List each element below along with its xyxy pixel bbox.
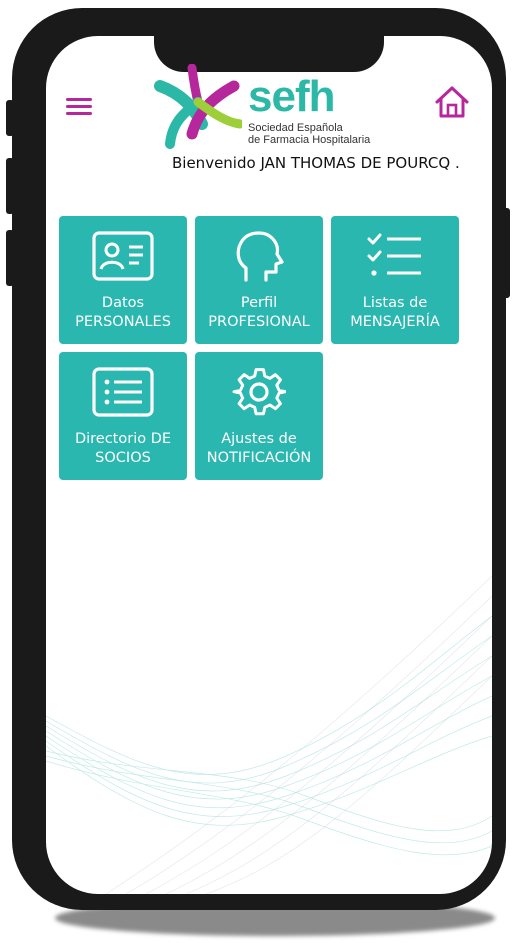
tile-label-line1: Ajustes de: [221, 431, 297, 447]
tile-label-line1: Datos: [101, 295, 145, 311]
gear-icon: [226, 364, 292, 420]
decorative-wave-background: [46, 575, 492, 894]
tile-label: Ajustes de NOTIFICACIÓN: [207, 430, 311, 468]
phone-power-button: [502, 208, 510, 298]
tile-label: Datos PERSONALES: [75, 294, 171, 332]
tile-label-line1: Listas de: [362, 295, 428, 311]
tile-label: Perfil PROFESIONAL: [208, 294, 309, 332]
app-screen: sefh Sociedad Española de Farmacia Hospi…: [46, 36, 492, 894]
hamburger-menu-icon[interactable]: [66, 94, 96, 124]
tile-listas-mensajeria[interactable]: Listas de MENSAJERÍA: [331, 216, 459, 344]
id-card-icon: [90, 228, 156, 284]
phone-frame: sefh Sociedad Española de Farmacia Hospi…: [6, 8, 510, 910]
tile-label: Listas de MENSAJERÍA: [350, 294, 440, 332]
tile-label-line2: PERSONALES: [75, 314, 171, 330]
tile-label-line2: NOTIFICACIÓN: [206, 450, 312, 466]
sefh-logo-mark: [154, 64, 242, 149]
phone-volume-down: [6, 230, 14, 286]
checklist-icon: [362, 228, 428, 284]
tile-perfil-profesional[interactable]: Perfil PROFESIONAL: [195, 216, 323, 344]
tile-label-line1: Perfil: [240, 295, 278, 311]
logo-subtitle-line1: Sociedad Española: [248, 122, 343, 134]
logo-subtitle-line2: de Farmacia Hospitalaria: [248, 134, 371, 146]
logo-wordmark: sefh: [248, 72, 335, 121]
logo-subtitle: Sociedad Española de Farmacia Hospitalar…: [248, 122, 370, 146]
tile-label-line2: SOCIOS: [95, 450, 151, 466]
home-icon[interactable]: [432, 82, 472, 122]
head-profile-icon: [226, 228, 292, 284]
sefh-logo: sefh Sociedad Española de Farmacia Hospi…: [152, 64, 392, 150]
tile-label: Directorio DE SOCIOS: [75, 430, 171, 468]
tile-ajustes-notificacion[interactable]: Ajustes de NOTIFICACIÓN: [195, 352, 323, 480]
list-document-icon: [90, 364, 156, 420]
tile-label-line2: MENSAJERÍA: [350, 314, 440, 330]
tile-datos-personales[interactable]: Datos PERSONALES: [59, 216, 187, 344]
tile-directorio-socios[interactable]: Directorio DE SOCIOS: [59, 352, 187, 480]
welcome-message: Bienvenido JAN THOMAS DE POURCQ .: [172, 154, 460, 172]
tile-label-line2: PROFESIONAL: [208, 314, 310, 330]
phone-mute-switch: [6, 100, 14, 136]
tile-label-line1: Directorio DE: [74, 431, 172, 447]
phone-volume-up: [6, 158, 14, 214]
